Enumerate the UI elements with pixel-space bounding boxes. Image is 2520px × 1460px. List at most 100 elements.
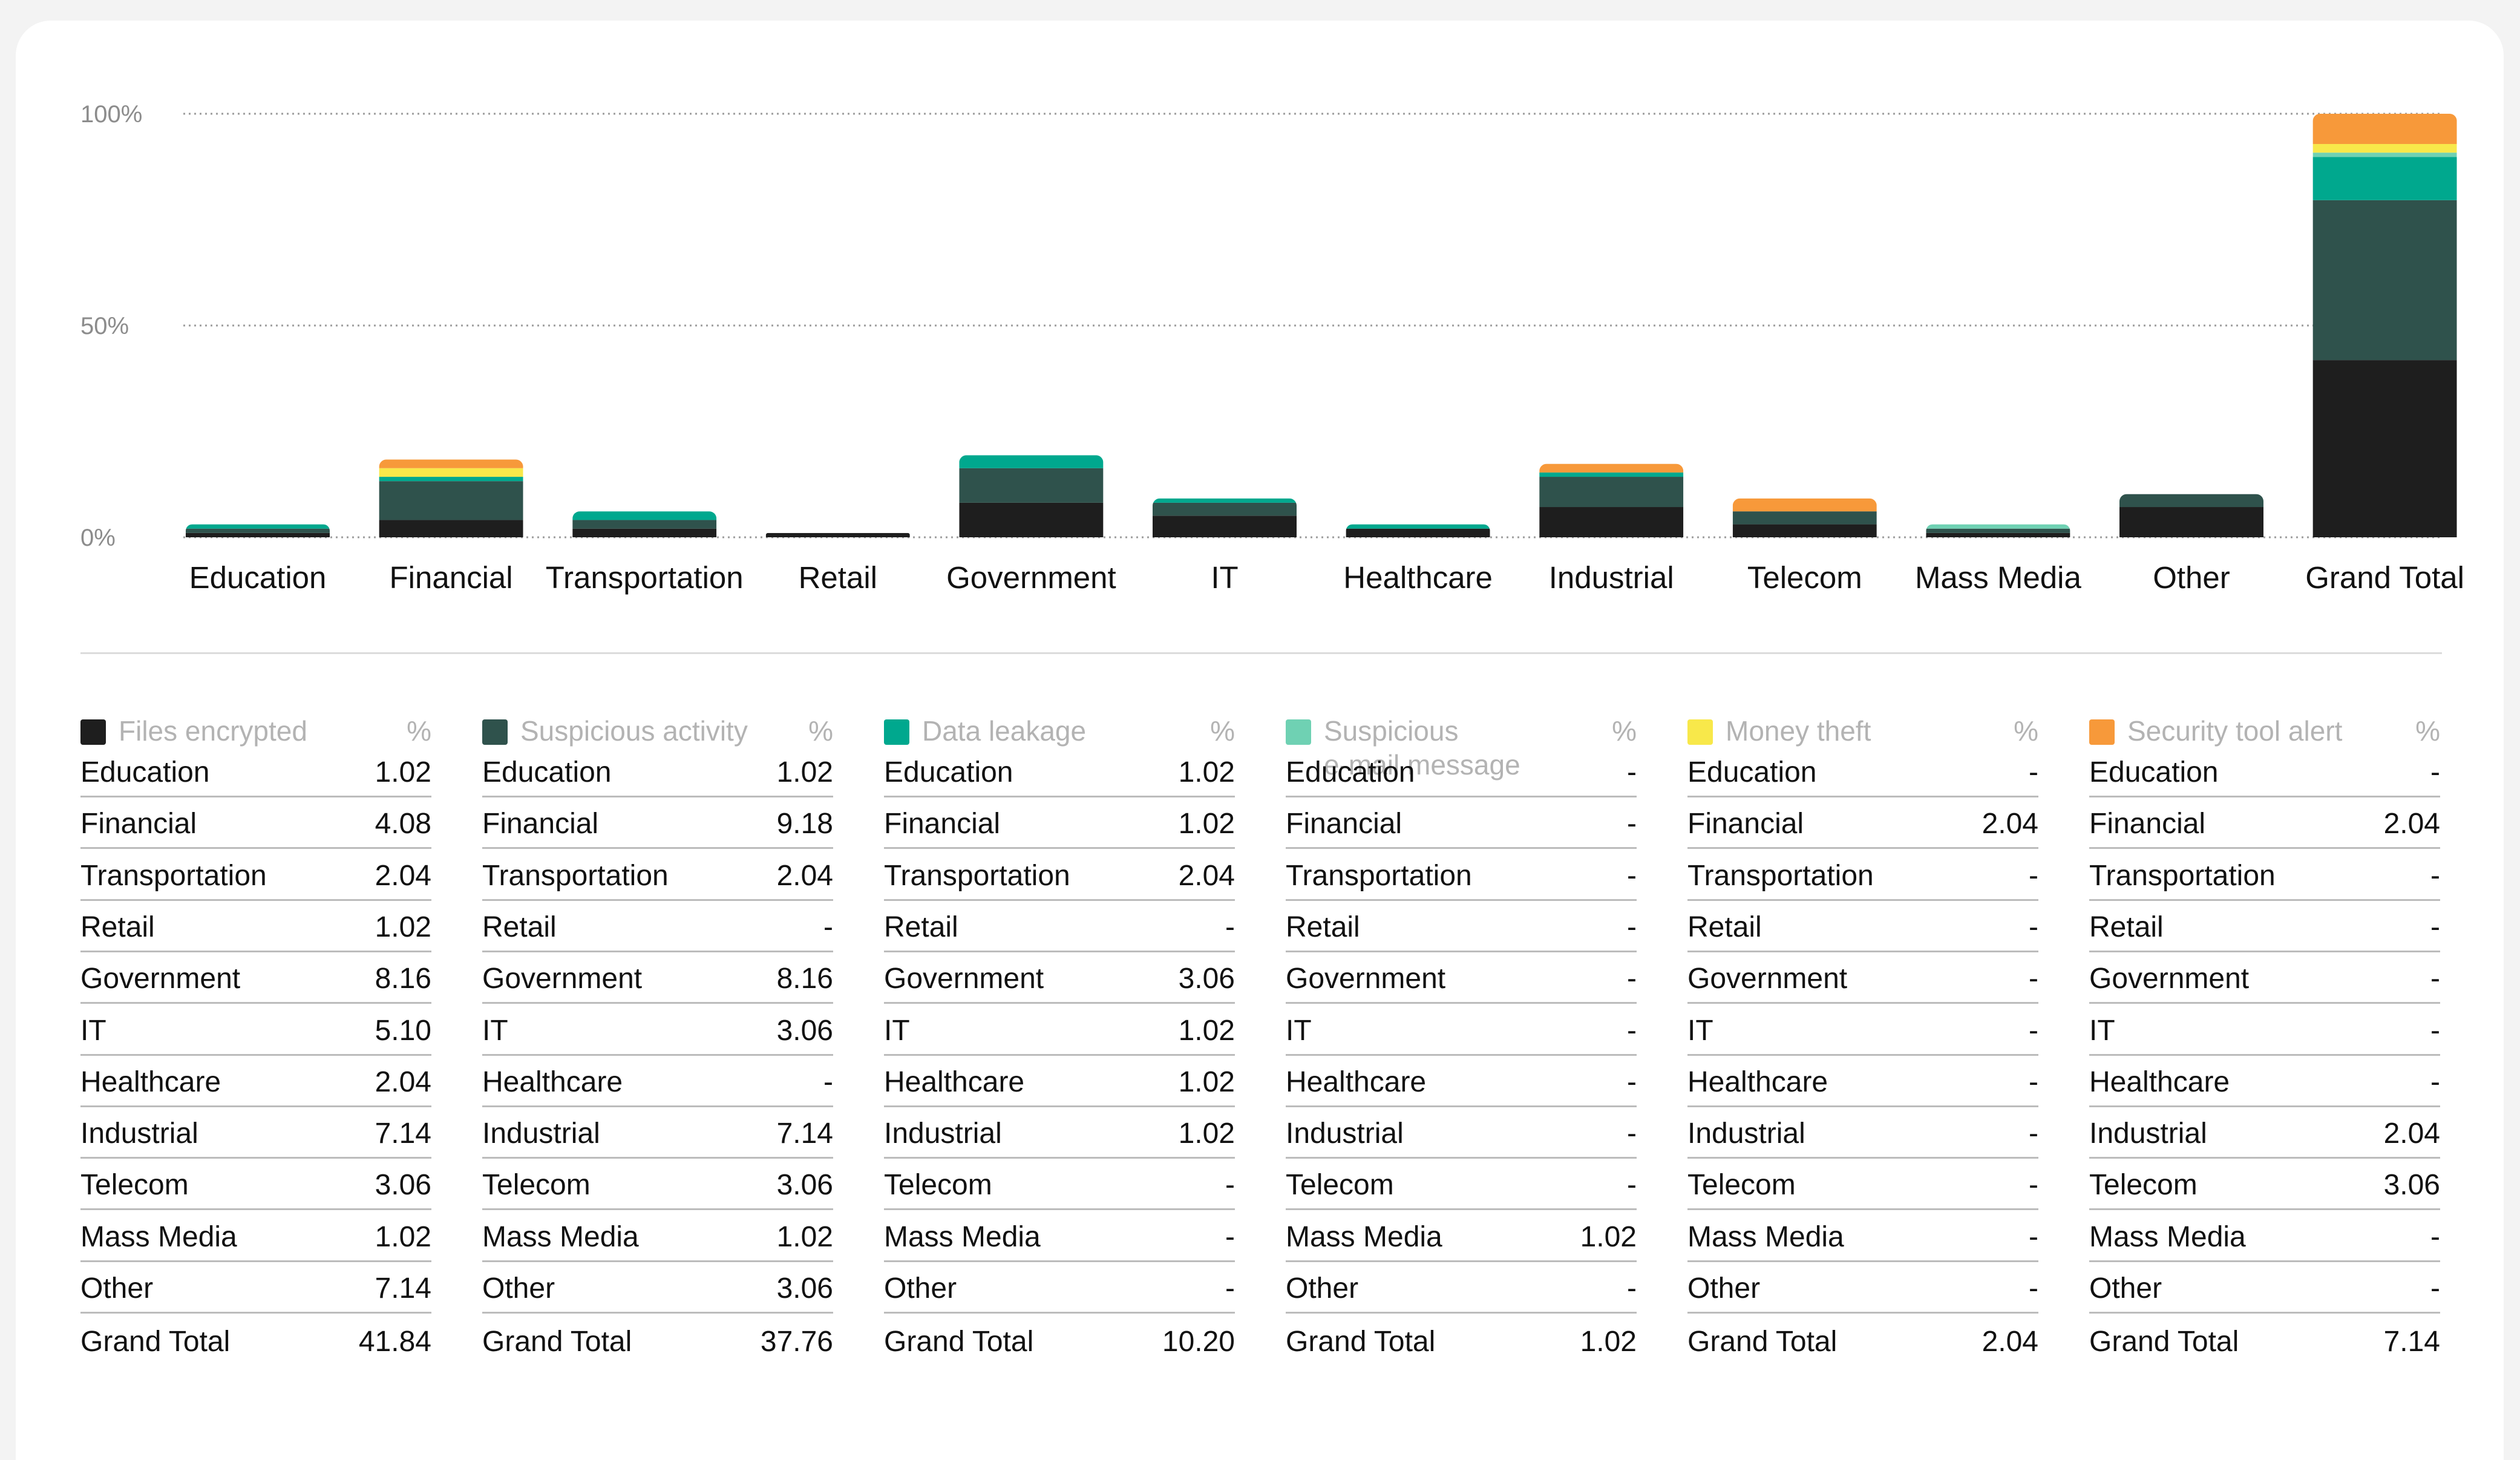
row-value: -	[1627, 1272, 1637, 1305]
row-category-label: IT	[80, 1014, 106, 1047]
table-row: Transportation -	[1286, 851, 1637, 901]
row-category-label: Financial	[884, 808, 1001, 840]
bar-segment	[572, 528, 717, 537]
bar-segment	[1153, 516, 1297, 537]
row-category-label: Grand Total	[1286, 1326, 1436, 1358]
bar-stack	[959, 455, 1104, 537]
row-value: -	[1627, 1169, 1637, 1202]
row-category-label: Grand Total	[1687, 1326, 1838, 1358]
row-category-label: Healthcare	[80, 1066, 221, 1098]
row-category-label: Healthcare	[1286, 1066, 1427, 1098]
row-category-label: Education	[1687, 756, 1817, 788]
row-value: -	[2430, 911, 2440, 943]
table-row: Telecom 3.06	[80, 1160, 431, 1211]
table-row: Healthcare -	[2089, 1058, 2440, 1107]
table-row: Telecom -	[1687, 1160, 2038, 1211]
table-row: Financial 2.04	[2089, 799, 2440, 849]
table-row: Healthcare 1.02	[884, 1058, 1235, 1107]
row-category-label: Other	[1286, 1272, 1359, 1305]
bar-stack	[2119, 494, 2263, 537]
row-category-label: Grand Total	[884, 1326, 1034, 1358]
row-category-label: Telecom	[1687, 1169, 1796, 1202]
row-category-label: Retail	[884, 911, 958, 943]
table-row: Other 7.14	[80, 1264, 431, 1314]
row-value: -	[1627, 911, 1637, 943]
row-category-label: Government	[482, 963, 643, 995]
row-category-label: Financial	[2089, 808, 2206, 840]
row-category-label: Industrial	[80, 1118, 198, 1150]
row-value: 7.14	[375, 1272, 431, 1305]
bar-segment	[1153, 498, 1297, 503]
row-value: -	[2029, 756, 2038, 788]
chart-divider	[80, 652, 2442, 654]
row-value: 3.06	[2383, 1169, 2440, 1202]
row-category-label: Financial	[80, 808, 197, 840]
legend-swatch	[482, 719, 508, 745]
row-category-label: Government	[1687, 963, 1848, 995]
row-value: 37.76	[760, 1326, 833, 1358]
table-row: Education -	[2089, 748, 2440, 797]
bar-stack	[765, 532, 910, 537]
table-row: Education 1.02	[80, 748, 431, 797]
row-value: 2.04	[2383, 1118, 2440, 1150]
row-value: 3.06	[776, 1272, 833, 1305]
row-value: -	[2029, 911, 2038, 943]
row-value: 2.04	[776, 859, 833, 892]
bar-segment	[1732, 524, 1877, 537]
table-row: Transportation -	[2089, 851, 2440, 901]
row-value: 3.06	[776, 1169, 833, 1202]
row-category-label: Industrial	[2089, 1118, 2207, 1150]
row-category-label: Healthcare	[1687, 1066, 1828, 1098]
table-row: Industrial -	[1687, 1109, 2038, 1159]
row-value: -	[2029, 963, 2038, 995]
bar-segment	[1732, 498, 1877, 512]
bar-segment	[2312, 200, 2457, 361]
bar-segment	[2312, 157, 2457, 200]
legend-swatch	[1687, 719, 1713, 745]
row-value: 7.14	[375, 1118, 431, 1150]
table-row: Grand Total 1.02	[1286, 1315, 1637, 1365]
bar-segment	[959, 502, 1104, 537]
table-row: Government -	[1687, 954, 2038, 1004]
legend-column: Data leakage% Education 1.02 Financial 1.02 T…	[884, 714, 1235, 1358]
row-value: 1.02	[1178, 1066, 1235, 1098]
row-value: 7.14	[776, 1118, 833, 1150]
legend-series-name: Money theft	[1726, 715, 1871, 747]
bar-segment	[1346, 528, 1490, 537]
legend-column: Files encrypted% Education 1.02 Financial 4.…	[80, 714, 431, 1358]
row-value: 2.04	[1178, 859, 1235, 892]
row-value: 2.04	[1982, 808, 2038, 840]
row-value: 1.02	[375, 756, 431, 788]
row-category-label: Mass Media	[1687, 1220, 1844, 1253]
bar-segment	[959, 455, 1104, 468]
table-row: Telecom -	[884, 1160, 1235, 1211]
x-tick-label: Healthcare	[1343, 560, 1493, 595]
row-category-label: Industrial	[1687, 1118, 1805, 1150]
row-category-label: Mass Media	[884, 1220, 1041, 1253]
row-category-label: Education	[1286, 756, 1415, 788]
legend-series-name: Data leakage	[922, 715, 1087, 747]
row-value: 1.02	[1178, 756, 1235, 788]
bar-segment	[2312, 143, 2457, 153]
table-row: Financial 1.02	[884, 799, 1235, 849]
bar-segment	[1346, 524, 1490, 529]
row-category-label: Transportation	[2089, 859, 2276, 892]
bar-stack	[379, 459, 523, 537]
row-category-label: Retail	[80, 911, 155, 943]
row-category-label: Other	[1687, 1272, 1761, 1305]
row-category-label: Mass Media	[2089, 1220, 2246, 1253]
table-row: IT -	[2089, 1006, 2440, 1056]
bar-segment	[379, 459, 523, 468]
bar-segment	[1926, 528, 2070, 533]
legend-swatch	[2089, 719, 2115, 745]
row-value: 2.04	[375, 1066, 431, 1098]
table-row: Industrial 1.02	[884, 1109, 1235, 1159]
bar-segment	[379, 468, 523, 477]
bar-segment	[1539, 472, 1684, 477]
table-row: Government -	[1286, 954, 1637, 1004]
row-category-label: Education	[482, 756, 612, 788]
row-value: 1.02	[1580, 1220, 1637, 1253]
row-value: 1.02	[776, 756, 833, 788]
row-value: 8.16	[776, 963, 833, 995]
row-value: 1.02	[1178, 1014, 1235, 1047]
